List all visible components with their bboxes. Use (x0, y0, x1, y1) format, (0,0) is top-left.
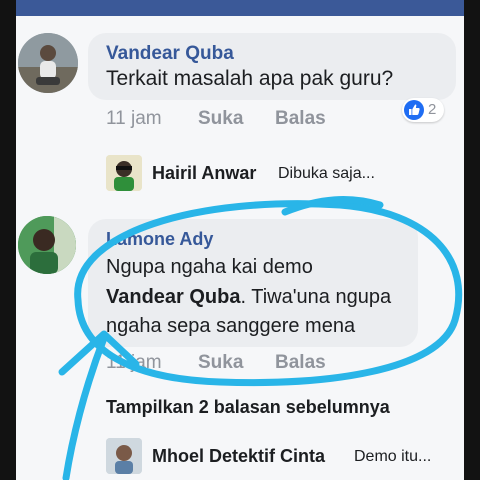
reaction-count: 2 (428, 101, 437, 118)
avatar-vandear-quba[interactable] (18, 33, 78, 93)
comment-text-fragment: . Tiwa'una ngupa (240, 286, 392, 308)
avatar-lamone-ady[interactable] (18, 216, 76, 274)
like-button[interactable]: Suka (198, 352, 243, 374)
reaction-summary[interactable]: 2 (402, 98, 444, 122)
comment-text-line: Ngupa ngaha kai demo (106, 256, 313, 278)
like-icon (404, 100, 424, 120)
comment-text-line: ngaha sepa sanggere mena (106, 315, 356, 337)
like-button[interactable]: Suka (198, 108, 243, 130)
comment-timestamp[interactable]: 11 jam (106, 108, 162, 130)
comment-timestamp[interactable]: 11 jam (106, 352, 162, 374)
comment-author[interactable]: Lamone Ady (106, 229, 213, 250)
reply-button[interactable]: Balas (275, 108, 326, 130)
mention-link[interactable]: Vandear Quba (106, 286, 241, 308)
app-top-bar (16, 0, 464, 16)
comment-author[interactable]: Vandear Quba (106, 43, 234, 65)
reply-button[interactable]: Balas (275, 352, 326, 374)
reply-author[interactable]: Mhoel Detektif Cinta (152, 446, 325, 467)
comment-text-line: Vandear Quba. Tiwa'una ngupa (106, 286, 391, 309)
reply-text: Dibuka saja... (278, 165, 375, 182)
reply-author[interactable]: Hairil Anwar (152, 163, 256, 184)
comment-text: Terkait masalah apa pak guru? (106, 67, 394, 90)
show-previous-replies-link[interactable]: Tampilkan 2 balasan sebelumnya (106, 397, 390, 418)
comment-thread: Vandear Quba Terkait masalah apa pak gur… (16, 0, 464, 480)
avatar-hairil-anwar[interactable] (106, 155, 142, 191)
reply-text: Demo itu... (354, 448, 432, 465)
avatar-mhoel-detektif-cinta[interactable] (106, 438, 142, 474)
